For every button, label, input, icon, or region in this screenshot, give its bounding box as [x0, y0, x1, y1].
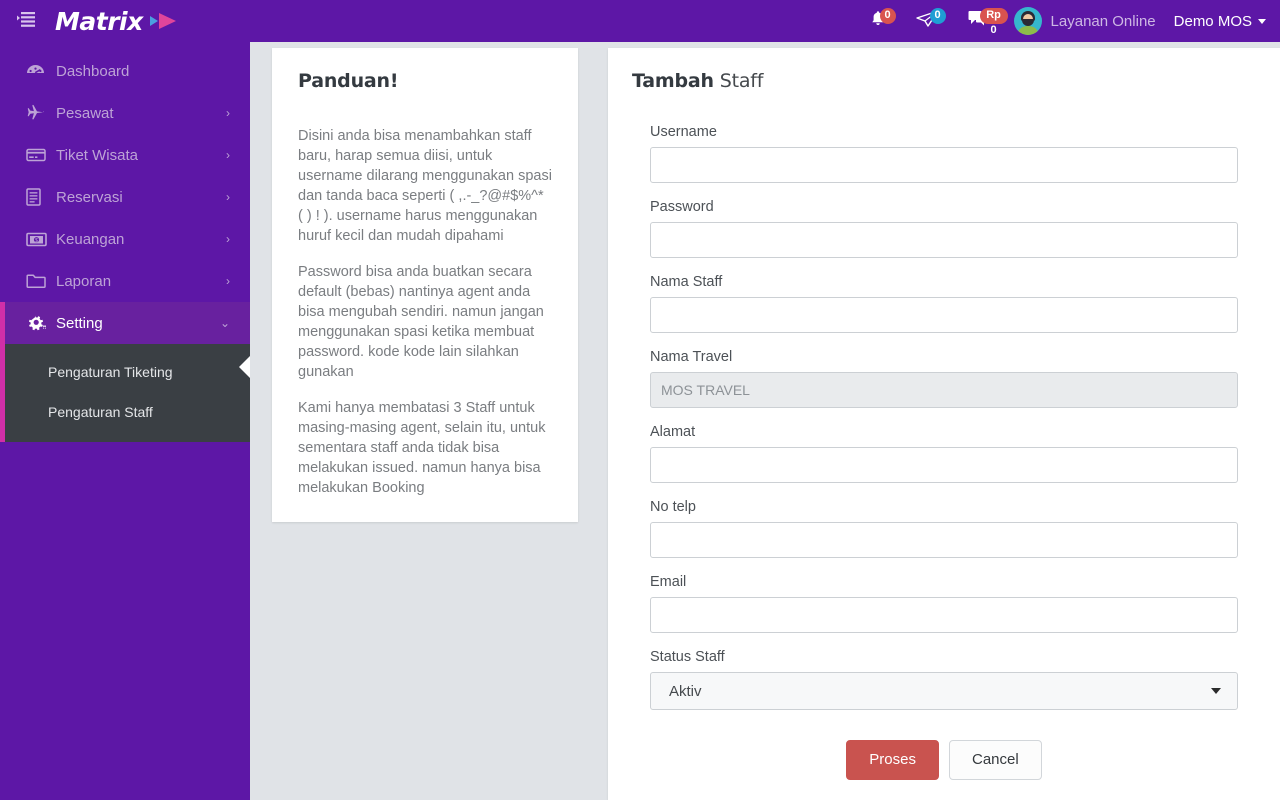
nama-travel-label: Nama Travel — [650, 349, 733, 365]
sidebar-subitem-pengaturan-tiketing[interactable]: Pengaturan Tiketing — [0, 352, 250, 392]
form-actions: Proses Cancel — [632, 740, 1256, 780]
guide-paragraph: Disini anda bisa menambahkan staff baru,… — [298, 128, 552, 244]
notifications-button[interactable]: 0 — [854, 0, 902, 42]
email-label: Email — [650, 574, 687, 590]
no-telp-input[interactable] — [650, 522, 1238, 558]
sidebar-subitem-label: Pengaturan Staff — [48, 404, 153, 420]
cancel-button[interactable]: Cancel — [948, 740, 1042, 780]
username-label: Username — [650, 124, 717, 140]
field-group-nama-staff: Nama Staff — [632, 274, 1256, 333]
chevron-right-icon: › — [226, 190, 230, 204]
dashboard-icon — [26, 63, 52, 79]
chevron-down-icon: ⌄ — [219, 316, 230, 330]
active-submenu-pointer-icon — [239, 356, 250, 378]
svg-text:$: $ — [35, 238, 38, 244]
nama-staff-label: Nama Staff — [650, 274, 723, 290]
plane-icon — [26, 104, 52, 122]
list-document-icon — [26, 188, 52, 206]
sidebar-subitem-label: Pengaturan Tiketing — [48, 364, 173, 380]
nama-travel-input — [650, 372, 1238, 408]
app-logo[interactable]: Matrix — [55, 7, 180, 36]
sidebar-item-keuangan[interactable]: $ Keuangan › — [0, 218, 250, 260]
username-input[interactable] — [650, 147, 1238, 183]
status-staff-selected-value: Aktiv — [669, 682, 702, 700]
sidebar-item-label: Reservasi — [56, 188, 123, 206]
hamburger-indent-icon — [17, 11, 35, 32]
sidebar-item-tiket-wisata[interactable]: Tiket Wisata › — [0, 134, 250, 176]
sidebar-subitem-pengaturan-staff[interactable]: Pengaturan Staff — [0, 392, 250, 432]
notifications-badge: 0 — [879, 8, 896, 24]
messages-badge: 0 — [929, 8, 946, 24]
guide-panel: Panduan! Disini anda bisa menambahkan st… — [272, 48, 578, 522]
nama-staff-input[interactable] — [650, 297, 1238, 333]
sidebar-item-label: Tiket Wisata — [56, 146, 138, 164]
sidebar-submenu-setting: Pengaturan Tiketing Pengaturan Staff — [0, 344, 250, 442]
ticket-icon — [26, 147, 52, 163]
field-group-password: Password — [632, 199, 1256, 258]
alamat-label: Alamat — [650, 424, 696, 440]
alamat-input[interactable] — [650, 447, 1238, 483]
field-group-status-staff: Status Staff Aktiv — [632, 649, 1256, 710]
sidebar-item-label: Setting — [56, 314, 103, 332]
user-menu-label: Demo MOS — [1173, 12, 1252, 30]
status-staff-label: Status Staff — [650, 649, 725, 665]
submit-button[interactable]: Proses — [846, 740, 939, 780]
avatar[interactable] — [1013, 7, 1042, 35]
sidebar: Dashboard Pesawat › Tiket Wisata › Reser… — [0, 42, 250, 800]
field-group-nama-travel: Nama Travel — [632, 349, 1256, 408]
chevron-right-icon: › — [226, 232, 230, 246]
balance-button[interactable]: Rp 0 — [954, 0, 1008, 42]
page-title-strong: Tambah — [632, 70, 714, 92]
chevron-right-icon: › — [226, 274, 230, 288]
status-staff-select[interactable]: Aktiv — [650, 672, 1238, 710]
money-icon: $ — [26, 232, 52, 247]
folder-icon — [26, 273, 52, 289]
page-title: Tambah Staff — [632, 70, 1256, 92]
sidebar-item-label: Laporan — [56, 272, 112, 290]
service-status-label: Layanan Online — [1050, 12, 1156, 30]
sidebar-item-pesawat[interactable]: Pesawat › — [0, 92, 250, 134]
chevron-right-icon: › — [226, 148, 230, 162]
add-staff-panel: Tambah Staff Username Password Nama Staf… — [608, 48, 1280, 800]
brand-name: Matrix — [55, 6, 143, 36]
guide-paragraph: Password bisa anda buatkan secara defaul… — [298, 264, 544, 380]
sidebar-item-dashboard[interactable]: Dashboard — [0, 50, 250, 92]
chevron-down-icon — [1211, 688, 1221, 694]
gears-icon — [26, 314, 52, 333]
sidebar-item-label: Dashboard — [56, 62, 130, 80]
guide-paragraph: Kami hanya membatasi 3 Staff untuk masin… — [298, 400, 546, 496]
field-group-username: Username — [632, 124, 1256, 183]
main-content: Panduan! Disini anda bisa menambahkan st… — [250, 42, 1280, 800]
field-group-email: Email — [632, 574, 1256, 633]
messages-button[interactable]: 0 — [902, 0, 954, 42]
sidebar-item-label: Keuangan — [56, 230, 125, 248]
email-field[interactable] — [650, 597, 1238, 633]
brand-arrows-icon — [149, 12, 180, 30]
sidebar-item-laporan[interactable]: Laporan › — [0, 260, 250, 302]
no-telp-label: No telp — [650, 499, 696, 515]
user-menu-button[interactable]: Demo MOS — [1174, 13, 1266, 30]
page-title-rest: Staff — [713, 70, 764, 92]
top-header-bar: Matrix 0 0 Rp 0 Layanan Online Demo MOS — [0, 0, 1280, 42]
guide-title: Panduan! — [298, 70, 399, 92]
sidebar-item-reservasi[interactable]: Reservasi › — [0, 176, 250, 218]
chevron-right-icon: › — [226, 106, 230, 120]
password-input[interactable] — [650, 222, 1238, 258]
header-actions: 0 0 Rp 0 Layanan Online Demo MOS — [854, 0, 1280, 42]
sidebar-toggle-button[interactable] — [0, 0, 52, 42]
balance-badge: Rp 0 — [979, 8, 1008, 36]
chevron-down-icon — [1258, 18, 1266, 24]
sidebar-item-label: Pesawat — [56, 104, 114, 122]
field-group-alamat: Alamat — [632, 424, 1256, 483]
password-label: Password — [650, 199, 714, 215]
field-group-no-telp: No telp — [632, 499, 1256, 558]
sidebar-item-setting[interactable]: Setting ⌄ — [0, 302, 250, 344]
